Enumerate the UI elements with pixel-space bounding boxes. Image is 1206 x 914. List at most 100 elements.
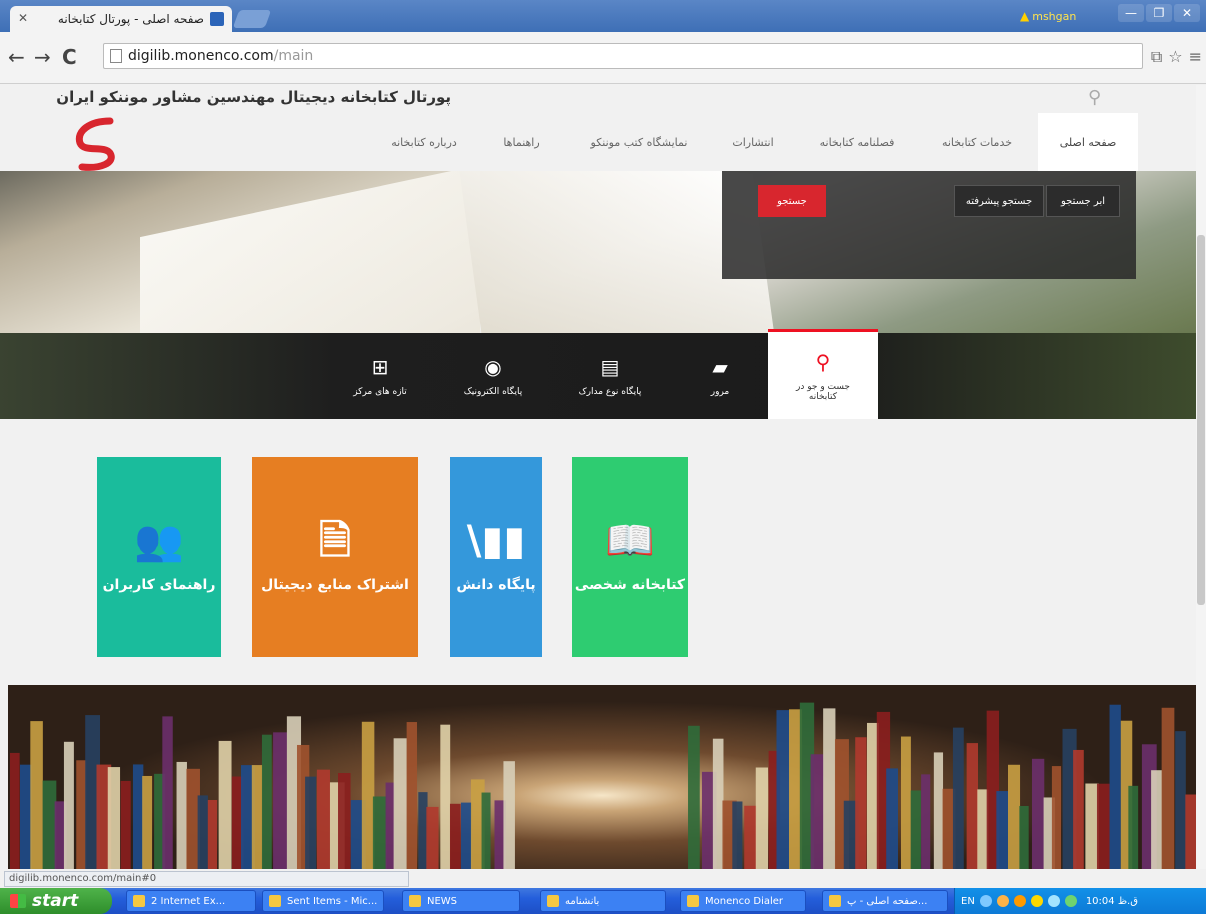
tile-knowledge-base[interactable]: ▮▮\ پایگاه دانش xyxy=(450,457,542,657)
favicon-icon xyxy=(210,12,224,26)
hero-banner: جستجو پیشرفته ابر جستجو جستجو ⚲ جست و جو… xyxy=(0,171,1196,419)
connection-icon[interactable] xyxy=(1064,895,1077,907)
book-spine xyxy=(1031,758,1045,869)
book-spine xyxy=(63,741,74,869)
address-bar[interactable]: digilib.monenco.com /main xyxy=(103,43,1143,69)
book-spine xyxy=(218,740,232,869)
nav-quarterly[interactable]: فصلنامه کتابخانه xyxy=(798,113,916,171)
nav-about[interactable]: درباره کتابخانه xyxy=(375,113,473,171)
book-spine xyxy=(42,780,57,869)
update-icon[interactable] xyxy=(1047,895,1060,907)
book-spine xyxy=(855,737,867,869)
main-nav: صفحه اصلی خدمات کتابخانه فصلنامه کتابخان… xyxy=(0,113,1196,171)
book-spine xyxy=(481,792,491,869)
quick-label: پایگاه نوع مدارک xyxy=(578,387,642,397)
book-spine xyxy=(197,795,208,869)
back-icon[interactable]: ← xyxy=(8,46,25,68)
start-button[interactable]: start xyxy=(0,888,112,914)
menu-icon[interactable]: ≡ xyxy=(1189,47,1202,67)
tile-personal-library[interactable]: 📖 کتابخانه شخصی xyxy=(572,457,688,657)
taskbar-button[interactable]: 2 Internet Ex... xyxy=(126,890,256,912)
book-spine xyxy=(30,721,43,869)
bookshelf-image xyxy=(8,685,1196,869)
taskbar-button[interactable]: بانشنامه xyxy=(540,890,666,912)
antivirus-icon[interactable] xyxy=(1013,895,1026,907)
reload-icon[interactable]: C xyxy=(62,46,77,68)
quick-electronic-db[interactable]: ◉ پایگاه الکترونیک xyxy=(438,333,548,419)
book-spine xyxy=(176,761,187,869)
language-indicator[interactable]: EN xyxy=(961,896,975,907)
new-tab-button[interactable] xyxy=(232,10,272,28)
book-spine xyxy=(900,736,911,869)
book-spine xyxy=(744,805,757,869)
book-spine xyxy=(755,767,768,869)
book-spine xyxy=(1096,783,1110,869)
network-icon[interactable] xyxy=(979,895,992,907)
quick-label: مرور xyxy=(710,387,730,397)
taskbar-button[interactable]: Sent Items - Mic... xyxy=(262,890,384,912)
tab-meta-search[interactable]: ابر جستجو xyxy=(1046,185,1120,217)
book-spine xyxy=(316,769,330,869)
minimize-icon[interactable]: — xyxy=(1118,4,1144,22)
windows-flag-icon xyxy=(10,894,26,908)
system-tray: EN 10:04 ق.ظ xyxy=(954,888,1206,914)
start-label: start xyxy=(32,891,79,911)
book-spine xyxy=(418,792,428,869)
tile-label: کتابخانه شخصی xyxy=(574,577,686,593)
speaker-icon[interactable] xyxy=(996,895,1009,907)
nav-publications[interactable]: انتشارات xyxy=(710,113,796,171)
site-search-icon[interactable]: ⚲ xyxy=(1088,87,1101,108)
folder-icon: ▰ xyxy=(712,355,728,379)
nav-home[interactable]: صفحه اصلی xyxy=(1038,113,1138,171)
book-spine xyxy=(107,767,121,869)
nav-guides[interactable]: راهنماها xyxy=(475,113,568,171)
quick-document-types[interactable]: ▤ پایگاه نوع مدارک xyxy=(555,333,665,419)
website: پورتال کتابخانه دیجیتال مهندسین مشاور مو… xyxy=(0,85,1196,869)
close-window-icon[interactable]: ✕ xyxy=(1174,4,1200,22)
translate-icon[interactable]: ⧉ xyxy=(1151,47,1162,67)
url-host: digilib.monenco.com xyxy=(128,48,274,64)
taskbar-label: 2 Internet Ex... xyxy=(151,895,226,907)
page-scrollbar[interactable] xyxy=(1196,85,1206,869)
book-spine xyxy=(162,716,173,869)
browser-tab[interactable]: صفحه اصلی - پورتال کتابخانه ✕ xyxy=(10,6,232,32)
book-spine xyxy=(361,721,375,869)
book-spine xyxy=(251,765,263,869)
book-spine xyxy=(305,776,317,869)
book-spine xyxy=(1073,749,1084,869)
bookmark-star-icon[interactable]: ☆ xyxy=(1168,47,1182,67)
book-spine xyxy=(1185,794,1196,869)
document-icon: ▤ xyxy=(600,355,620,379)
nav-library-services[interactable]: خدمات کتابخانه xyxy=(918,113,1036,171)
shield-icon xyxy=(687,895,699,907)
scroll-thumb[interactable] xyxy=(1197,235,1205,605)
quick-search-library[interactable]: ⚲ جست و جو در کتابخانه xyxy=(768,329,878,419)
browser-tab-bar: صفحه اصلی - پورتال کتابخانه ✕ ▲ mshgan —… xyxy=(0,0,1206,32)
tile-digital-sharing[interactable]: 🗎 اشتراک منابع دیجیتال xyxy=(252,457,418,657)
book-spine xyxy=(776,710,790,869)
book-spine xyxy=(76,760,87,869)
taskbar-button[interactable]: Monenco Dialer xyxy=(680,890,806,912)
security-icon[interactable] xyxy=(1030,895,1043,907)
screen: { "browser": { "tab_title": "صفحه اصلی -… xyxy=(0,0,1206,914)
monenco-logo[interactable] xyxy=(70,115,126,171)
book-spine xyxy=(142,775,153,869)
tab-advanced-search[interactable]: جستجو پیشرفته xyxy=(954,185,1044,217)
quick-new-arrivals[interactable]: ⊞ تازه های مرکز xyxy=(330,333,430,419)
close-tab-icon[interactable]: ✕ xyxy=(18,11,28,25)
tile-label: اشتراک منابع دیجیتال xyxy=(261,577,409,593)
nav-book-exhibition[interactable]: نمایشگاه کتب موننکو xyxy=(570,113,708,171)
taskbar-button[interactable]: NEWS xyxy=(402,890,520,912)
taskbar-label: NEWS xyxy=(427,895,458,907)
book-spine xyxy=(823,708,836,869)
restore-icon[interactable]: ❐ xyxy=(1146,4,1172,22)
quick-browse[interactable]: ▰ مرور xyxy=(680,333,760,419)
book-spine xyxy=(372,796,387,869)
forward-icon[interactable]: → xyxy=(34,46,51,68)
book-spine xyxy=(1175,731,1186,869)
book-spine xyxy=(1008,764,1021,869)
tile-user-guide[interactable]: 👥 راهنمای کاربران xyxy=(97,457,221,657)
search-button[interactable]: جستجو xyxy=(758,185,826,217)
profile-badge[interactable]: ▲ mshgan xyxy=(1020,8,1090,24)
taskbar-button[interactable]: صفحه اصلی - پ... xyxy=(822,890,948,912)
